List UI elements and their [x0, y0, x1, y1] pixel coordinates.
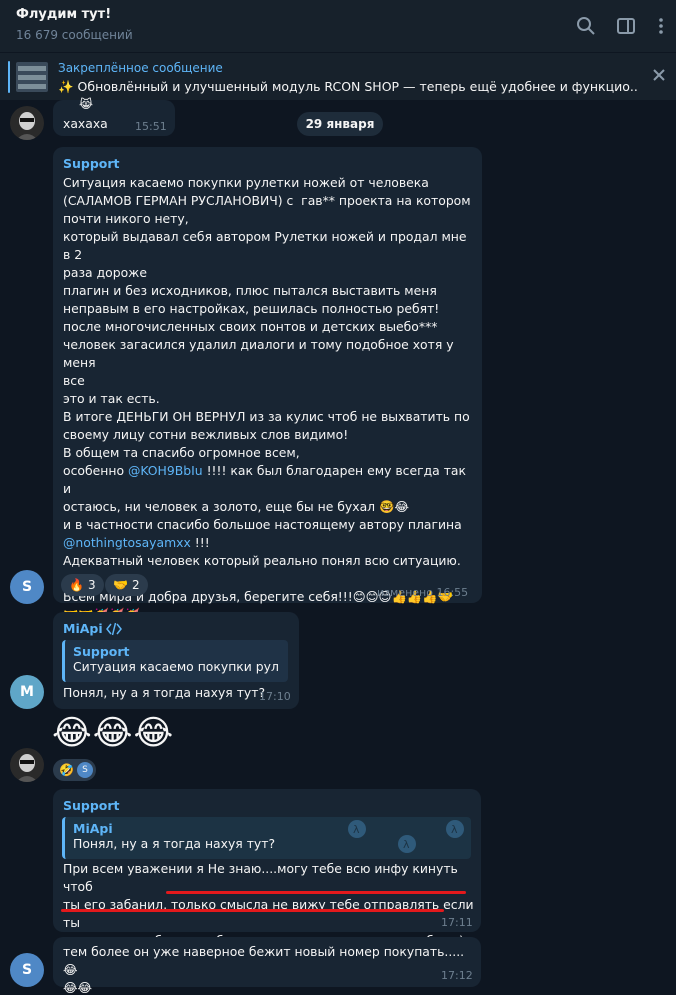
emoji-message[interactable]: 😂😂😂 — [52, 713, 174, 753]
reaction-chip[interactable]: 🔥 3 — [61, 574, 104, 596]
pinned-message-bar[interactable]: Закреплённое сообщение ✨ Обновлённый и у… — [0, 52, 676, 100]
message-time: 17:10 — [259, 690, 291, 703]
message-bubble[interactable]: Support Ситуация касаемо покупки рулетки… — [53, 147, 482, 622]
date-separator: 29 января — [297, 112, 383, 136]
reaction-count: 2 — [131, 578, 140, 592]
reply-quote[interactable]: MiApi Понял, ну а я тогда нахуя тут? λλλ — [62, 817, 471, 859]
message-text: Понял, ну а я тогда нахуя тут? — [63, 685, 266, 700]
message-time: 17:12 — [441, 969, 473, 982]
message-bubble[interactable]: MiApi Support Ситуация касаемо покупки р… — [53, 612, 299, 709]
avatar[interactable] — [10, 106, 44, 140]
message-count: 16 679 сообщений — [16, 28, 133, 42]
quote-sender: Support — [73, 644, 130, 659]
code-icon — [106, 621, 122, 637]
message-time: 15:51 — [135, 120, 167, 133]
avatar[interactable] — [10, 748, 44, 782]
highlight-underline — [166, 891, 466, 894]
reaction-chip[interactable]: 🤣 S — [53, 759, 96, 781]
more-vertical-icon[interactable] — [650, 15, 664, 37]
text-part: Ситуация касаемо покупки рулетки ножей о… — [63, 175, 471, 478]
message-bubble[interactable]: Support MiApi Понял, ну а я тогда нахуя … — [53, 789, 481, 948]
avatar[interactable]: S — [10, 570, 44, 604]
pinned-thumbnail — [16, 62, 48, 92]
quote-text: Ситуация касаемо покупки рул... — [73, 659, 280, 674]
sidebar-toggle-icon[interactable] — [615, 15, 637, 37]
pinned-indicator — [8, 61, 10, 93]
avatar[interactable]: S — [10, 953, 44, 987]
highlight-underline — [61, 909, 444, 912]
pinned-title: Закреплённое сообщение — [58, 61, 223, 75]
avatar[interactable]: M — [10, 675, 44, 709]
reaction-count: 3 — [87, 578, 96, 592]
chat-header[interactable]: Флудим тут! 16 679 сообщений — [0, 0, 676, 52]
chat-title: Флудим тут! — [16, 7, 112, 22]
mention-link[interactable]: @KOH9BbIu — [128, 463, 203, 478]
edited-time: изменено 16:55 — [377, 586, 469, 599]
message-bubble[interactable]: 😹 хахаха 15:51 — [53, 97, 175, 136]
message-bubble[interactable]: тем более он уже наверное бежит новый но… — [53, 937, 481, 995]
reactor-avatar: S — [76, 762, 93, 778]
emoji-sticker: 😹 — [79, 97, 94, 111]
reaction-chip[interactable]: 🤝 2 — [105, 574, 148, 596]
close-icon[interactable] — [650, 66, 668, 84]
svg-text:λ: λ — [403, 838, 410, 851]
lambda-pattern-icon: λ λ λ — [348, 820, 464, 853]
sender-name[interactable]: Support — [63, 798, 120, 813]
fire-icon: 🔥 — [69, 578, 84, 592]
message-time: 17:11 — [441, 916, 473, 929]
sender-name[interactable]: Support — [63, 156, 120, 171]
sender-name[interactable]: MiApi — [63, 621, 103, 636]
svg-text:λ: λ — [353, 823, 360, 836]
message-text: хахаха — [63, 116, 108, 131]
message-text: Ситуация касаемо покупки рулетки ножей о… — [63, 174, 475, 624]
mention-link[interactable]: @nothingtosayamxx — [63, 535, 191, 550]
reply-quote[interactable]: Support Ситуация касаемо покупки рул... — [62, 640, 288, 682]
message-text: тем более он уже наверное бежит новый но… — [63, 944, 465, 995]
pinned-text: ✨ Обновлённый и улучшенный модуль RCON S… — [58, 79, 638, 94]
search-icon[interactable] — [575, 15, 597, 37]
svg-text:λ: λ — [451, 823, 458, 836]
rofl-icon: 🤣 — [59, 763, 74, 777]
handshake-icon: 🤝 — [113, 578, 128, 592]
